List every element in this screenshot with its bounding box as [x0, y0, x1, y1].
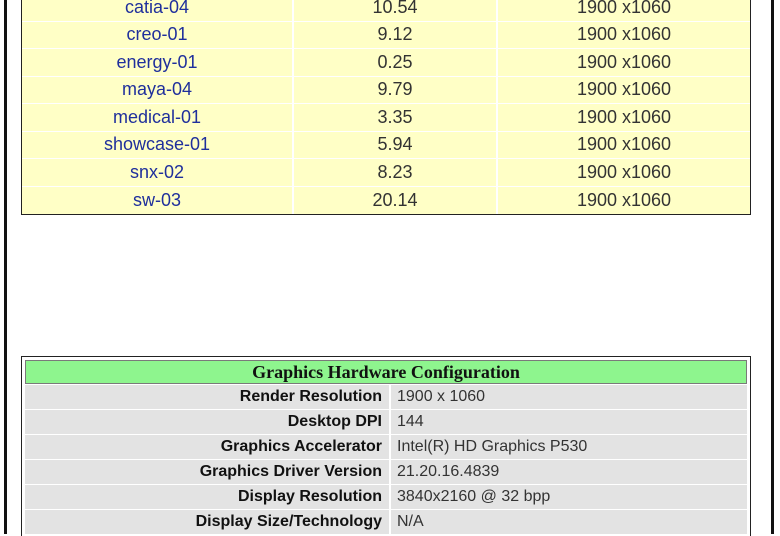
table-row: catia-04 10.54 1900 x1060: [22, 0, 750, 22]
viewset-score: 5.94: [294, 131, 498, 158]
viewset-score: 9.12: [294, 21, 498, 48]
table-row: Graphics Driver Version 21.20.16.4839: [25, 460, 747, 484]
table-row: medical-01 3.35 1900 x1060: [22, 104, 750, 132]
table-row: Display Size/Technology N/A: [25, 510, 747, 534]
config-value: 144: [397, 413, 424, 430]
config-value: 21.20.16.4839: [397, 463, 500, 480]
viewset-score: 10.54: [294, 0, 498, 21]
viewset-name-link[interactable]: catia-04: [22, 0, 294, 21]
viewset-name-link[interactable]: snx-02: [22, 159, 294, 186]
viewset-score: 3.35: [294, 104, 498, 131]
config-label: Render Resolution: [25, 385, 391, 409]
viewset-results-table: catia-04 10.54 1900 x1060 creo-01 9.12 1…: [21, 0, 751, 215]
table-row: sw-03 20.14 1900 x1060: [22, 186, 750, 214]
config-label: Graphics Accelerator: [25, 435, 391, 459]
config-label: Desktop DPI: [25, 410, 391, 434]
hardware-config-title: Graphics Hardware Configuration: [25, 360, 747, 384]
config-label: Graphics Driver Version: [25, 460, 391, 484]
viewset-name-link[interactable]: maya-04: [22, 76, 294, 103]
viewset-resolution: 1900 x1060: [498, 0, 750, 21]
viewset-resolution: 1900 x1060: [498, 186, 750, 214]
table-row: showcase-01 5.94 1900 x1060: [22, 131, 750, 159]
viewset-resolution: 1900 x1060: [498, 159, 750, 186]
viewset-name-link[interactable]: sw-03: [22, 186, 294, 214]
table-row: Graphics Accelerator Intel(R) HD Graphic…: [25, 435, 747, 459]
viewset-name-link[interactable]: showcase-01: [22, 131, 294, 158]
table-row: creo-01 9.12 1900 x1060: [22, 21, 750, 49]
viewset-resolution: 1900 x1060: [498, 76, 750, 103]
viewset-resolution: 1900 x1060: [498, 104, 750, 131]
config-value: 1900 x 1060: [397, 388, 486, 405]
viewset-name-link[interactable]: energy-01: [22, 49, 294, 76]
table-row: Render Resolution 1900 x 1060: [25, 385, 747, 409]
viewset-score: 9.79: [294, 76, 498, 103]
graphics-hardware-config-table: Graphics Hardware Configuration Render R…: [21, 356, 751, 536]
viewset-name-link[interactable]: medical-01: [22, 104, 294, 131]
table-row: Display Resolution 3840x2160 @ 32 bpp: [25, 485, 747, 509]
config-value: Intel(R) HD Graphics P530: [397, 438, 588, 455]
viewset-name-link[interactable]: creo-01: [22, 21, 294, 48]
table-row: Desktop DPI 144: [25, 410, 747, 434]
viewset-score: 20.14: [294, 186, 498, 214]
config-value: N/A: [397, 513, 424, 530]
config-value: 3840x2160 @ 32 bpp: [397, 488, 551, 505]
viewset-resolution: 1900 x1060: [498, 131, 750, 158]
viewset-resolution: 1900 x1060: [498, 49, 750, 76]
config-label: Display Resolution: [25, 485, 391, 509]
table-row: energy-01 0.25 1900 x1060: [22, 49, 750, 77]
viewset-score: 8.23: [294, 159, 498, 186]
table-row: snx-02 8.23 1900 x1060: [22, 159, 750, 187]
table-row: maya-04 9.79 1900 x1060: [22, 76, 750, 104]
viewset-score: 0.25: [294, 49, 498, 76]
config-label: Display Size/Technology: [25, 510, 391, 534]
viewset-resolution: 1900 x1060: [498, 21, 750, 48]
